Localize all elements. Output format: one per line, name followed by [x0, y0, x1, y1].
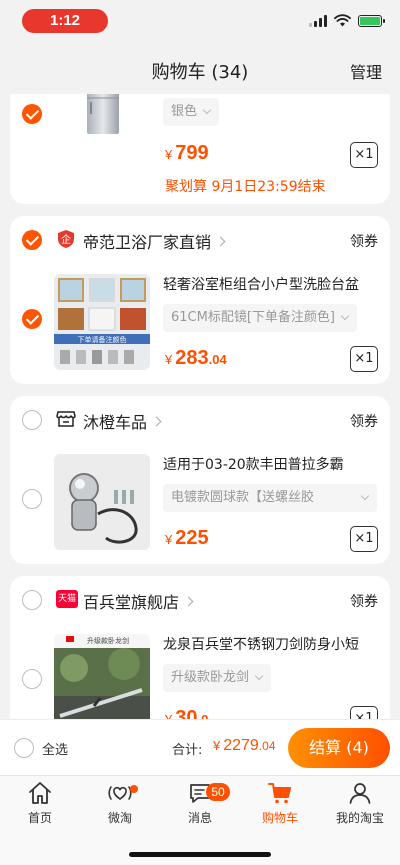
shop-name[interactable]: 帝范卫浴厂家直销 — [83, 229, 226, 253]
manage-button[interactable]: 管理 — [350, 59, 382, 83]
thumb-caption: 下单请备注颜色 — [78, 335, 127, 344]
product-thumbnail[interactable] — [54, 94, 150, 138]
item-checkbox[interactable] — [22, 309, 42, 329]
tab-label: 购物车 — [261, 811, 298, 825]
tab-weitao[interactable]: 微淘 — [80, 780, 160, 826]
checkout-button[interactable]: 结算 (4) — [288, 728, 390, 768]
header: 购物车 (34) 管理 — [0, 44, 400, 94]
tab-cart[interactable]: 购物车 — [240, 780, 320, 826]
thumb-caption: 升级款卧龙剑 — [87, 636, 129, 645]
shop-name[interactable]: 百兵堂旗舰店 — [83, 589, 194, 613]
item-checkbox[interactable] — [22, 104, 42, 124]
quantity-stepper[interactable]: ×1 — [350, 142, 378, 168]
sku-selector[interactable]: 电镀款圆球款【送螺丝胶 — [163, 484, 377, 512]
shop-checkbox[interactable] — [22, 590, 42, 610]
status-time: 1:12 — [22, 9, 108, 33]
home-icon — [29, 782, 51, 804]
wifi-icon — [334, 14, 351, 27]
chevron-right-icon — [215, 236, 226, 247]
status-bar: 1:12 — [0, 0, 400, 44]
battery-icon — [358, 14, 385, 27]
checkout-bar: 全选 合计: ¥2279.04 结算 (4) — [0, 719, 400, 775]
item-price: ¥283.04 — [165, 347, 227, 369]
coupon-button[interactable]: 领券 — [350, 591, 378, 611]
shop-header: 沐橙车品 领券 — [10, 396, 390, 442]
item-price: ¥799 — [165, 142, 209, 164]
shop-checkbox[interactable] — [22, 230, 42, 250]
total-amount: ¥2279.04 — [213, 737, 276, 754]
product-thumbnail[interactable]: 升级款卧龙剑 — [54, 634, 150, 730]
shop-header: 企 帝范卫浴厂家直销 领券 — [10, 216, 390, 262]
promo-text: 聚划算 9月1日23:59结束 — [165, 179, 326, 195]
select-all-label[interactable]: 全选 — [42, 739, 68, 758]
tab-label: 首页 — [27, 811, 52, 825]
signal-icon — [309, 14, 327, 27]
sku-selector[interactable]: 银色 — [163, 98, 220, 126]
product-title[interactable]: 龙泉百兵堂不锈钢刀剑防身小短 — [163, 634, 381, 654]
product-title[interactable]: 适用于03-20款丰田普拉多霸 — [163, 454, 381, 474]
coupon-button[interactable]: 领券 — [350, 231, 378, 251]
item-checkbox[interactable] — [22, 489, 42, 509]
enterprise-shop-icon: 企 — [58, 230, 74, 248]
tab-profile[interactable]: 我的淘宝 — [320, 780, 400, 826]
profile-icon — [349, 783, 371, 804]
product-thumbnail[interactable]: 下单请备注颜色 — [54, 274, 150, 370]
cart-item-card: 银色 ¥799 ×1 聚划算 9月1日23:59结束 — [10, 94, 390, 204]
product-title[interactable]: 轻奢浴室柜组合小户型洗脸台盆 — [163, 274, 381, 294]
quantity-stepper[interactable]: ×1 — [350, 346, 378, 372]
tab-home[interactable]: 首页 — [0, 780, 80, 826]
weitao-icon — [108, 786, 132, 801]
cart-icon — [268, 783, 291, 804]
shop-card: 企 帝范卫浴厂家直销 领券 下单请备注颜色 轻奢浴室柜组合小户型洗脸台盆 61C… — [10, 216, 390, 384]
item-price: ¥225 — [165, 527, 209, 549]
total-label: 合计: — [172, 743, 203, 758]
select-all-checkbox[interactable] — [14, 738, 34, 758]
svg-text:企: 企 — [61, 233, 71, 246]
sku-selector[interactable]: 61CM标配镜[下单备注颜色] — [163, 304, 357, 332]
tab-label: 消息 — [187, 811, 212, 825]
page-title: 购物车 (34) — [151, 62, 249, 83]
chevron-right-icon — [151, 416, 162, 427]
notification-dot — [130, 785, 138, 793]
store-icon — [56, 411, 76, 427]
quantity-stepper[interactable]: ×1 — [350, 526, 378, 552]
tab-messages[interactable]: 50 消息 — [160, 780, 240, 826]
shop-header: 天猫 百兵堂旗舰店 领券 — [10, 576, 390, 622]
message-badge: 50 — [206, 783, 230, 801]
home-indicator — [129, 852, 271, 857]
coupon-button[interactable]: 领券 — [350, 411, 378, 431]
tab-label: 我的淘宝 — [335, 811, 384, 825]
chevron-right-icon — [183, 596, 194, 607]
sku-selector[interactable]: 升级款卧龙剑 — [163, 664, 272, 692]
status-icons — [309, 14, 385, 27]
shop-checkbox[interactable] — [22, 410, 42, 430]
item-checkbox[interactable] — [22, 669, 42, 689]
shop-name[interactable]: 沐橙车品 — [83, 409, 162, 433]
tab-label: 微淘 — [107, 811, 132, 825]
shop-card: 沐橙车品 领券 适用于03-20款丰田普拉多霸 电镀款圆球款【送螺丝胶 ¥225… — [10, 396, 390, 564]
tmall-badge-icon: 天猫 — [56, 590, 78, 608]
product-thumbnail[interactable] — [54, 454, 150, 550]
